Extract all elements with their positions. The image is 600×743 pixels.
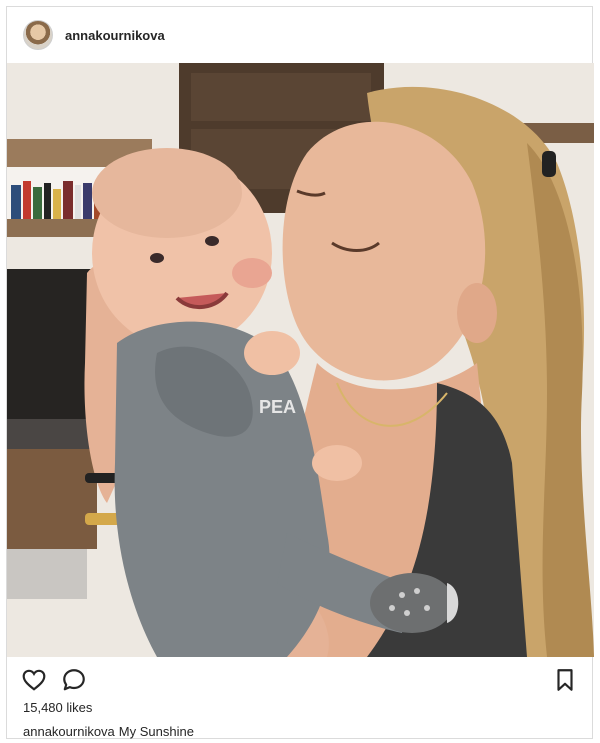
post-caption: annakournikova My Sunshine — [23, 724, 194, 739]
post-username[interactable]: annakournikova — [65, 28, 165, 43]
likes-count[interactable]: 15,480 likes — [23, 700, 92, 715]
heart-icon[interactable] — [21, 667, 47, 693]
bookmark-icon[interactable] — [552, 667, 578, 693]
photo-illustration: PEA — [7, 63, 594, 657]
onesie-text: PEA — [259, 397, 296, 417]
caption-username[interactable]: annakournikova — [23, 724, 115, 739]
comment-bubble-icon[interactable] — [61, 667, 87, 693]
caption-text: My Sunshine — [118, 724, 194, 739]
instagram-post-card: annakournikova PEA 15,480 likes annakour… — [6, 6, 594, 739]
avatar[interactable] — [23, 20, 53, 50]
post-photo[interactable]: PEA — [7, 63, 594, 657]
action-bar — [7, 663, 592, 699]
post-header: annakournikova — [7, 7, 592, 63]
